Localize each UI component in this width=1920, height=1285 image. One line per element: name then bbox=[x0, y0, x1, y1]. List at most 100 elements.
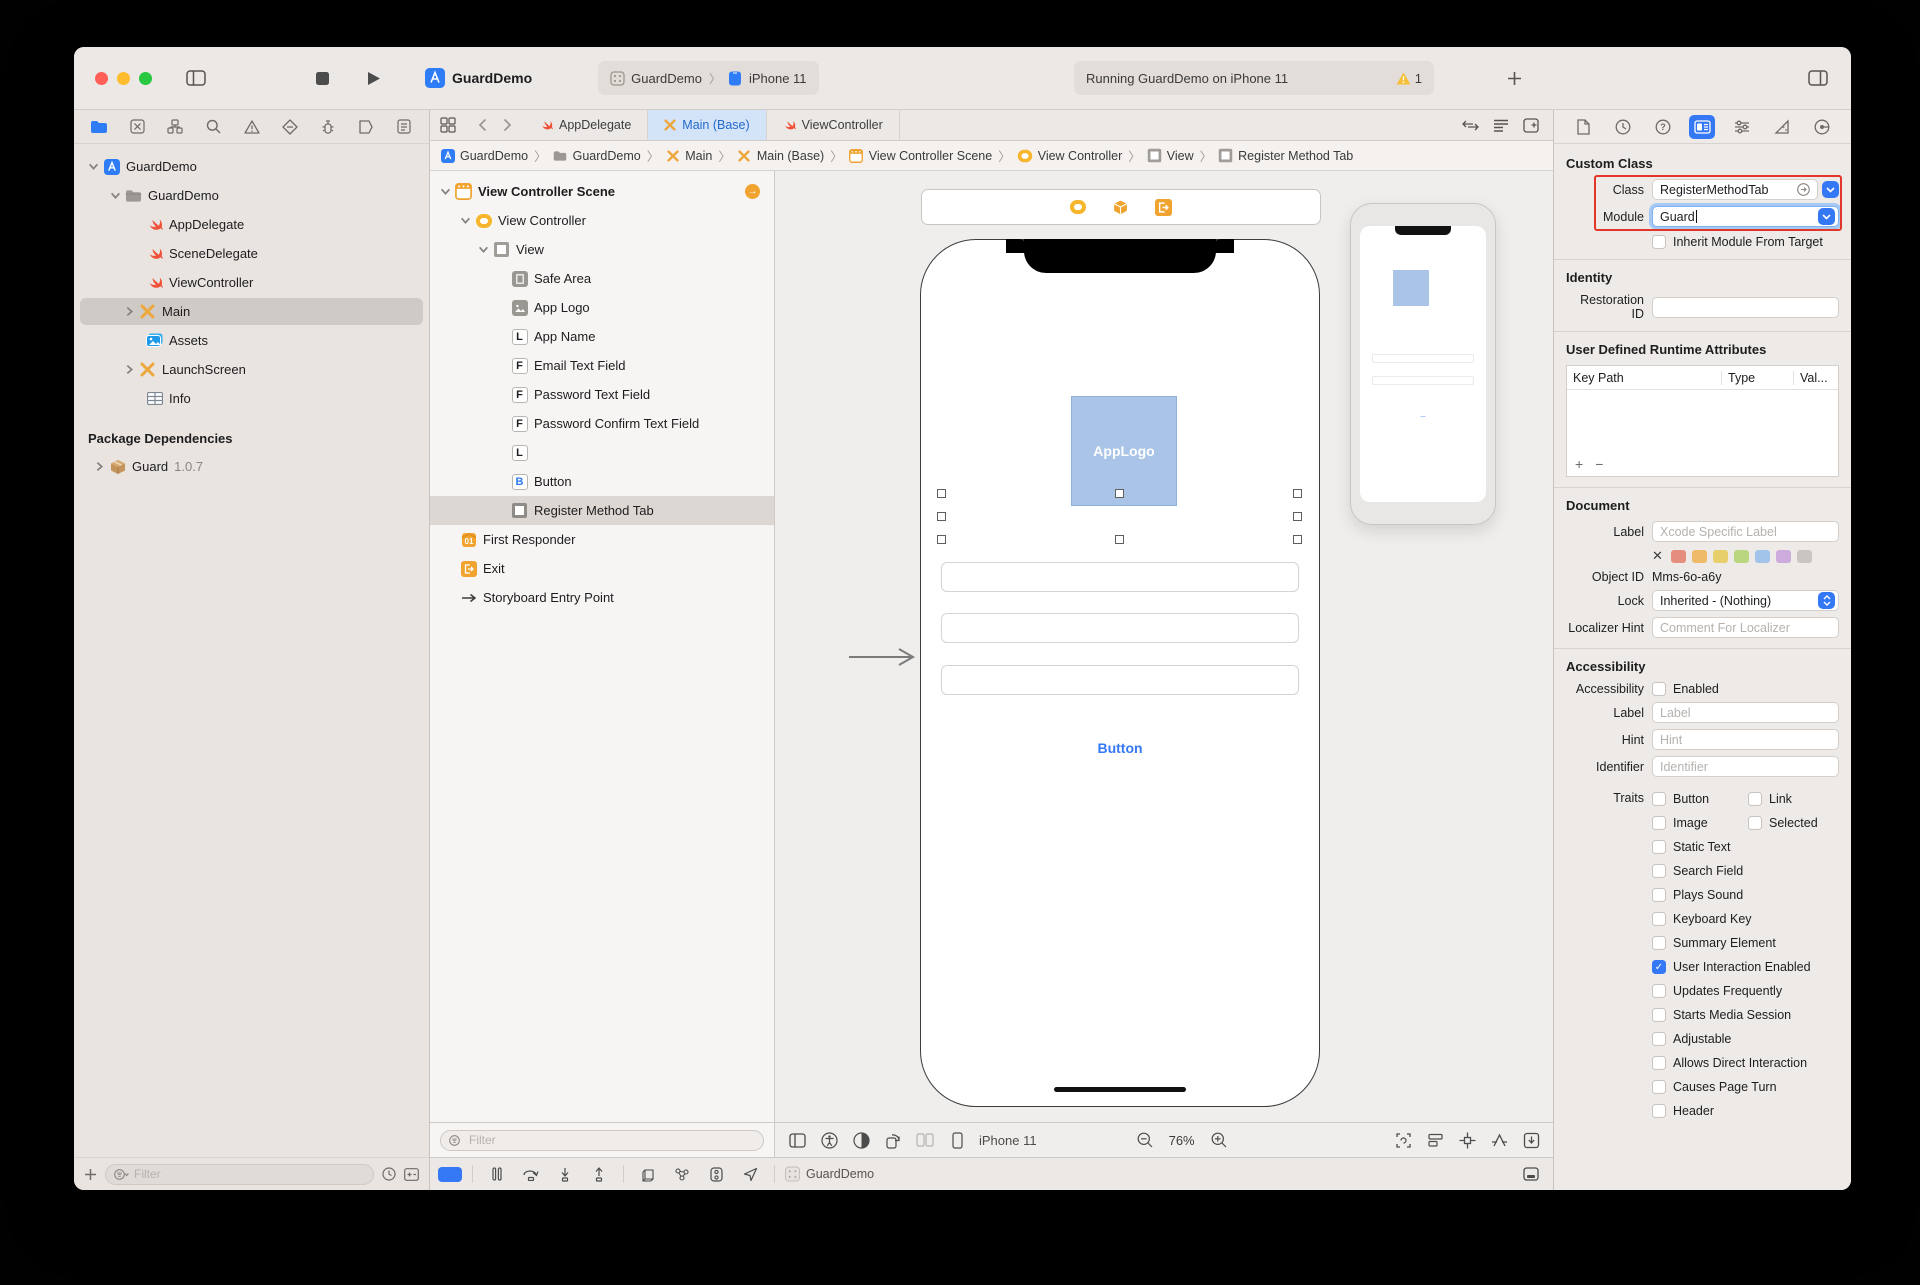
step-into-icon[interactable] bbox=[551, 1162, 579, 1186]
orientation-icon[interactable] bbox=[879, 1128, 907, 1152]
accessibility-enabled-checkbox[interactable] bbox=[1652, 682, 1666, 696]
console-toggle-icon[interactable] bbox=[1517, 1162, 1545, 1186]
breadcrumb-view-controller[interactable]: View Controller bbox=[1017, 149, 1123, 163]
go-forward-icon[interactable] bbox=[503, 118, 512, 132]
trait-image[interactable]: Image bbox=[1652, 811, 1748, 835]
device-name[interactable]: iPhone 11 bbox=[979, 1133, 1037, 1148]
color-swatch-blue[interactable] bbox=[1755, 550, 1770, 563]
selection-handle[interactable] bbox=[937, 512, 946, 521]
tree-item-launchscreen[interactable]: LaunchScreen bbox=[74, 355, 429, 384]
breadcrumb-project[interactable]: GuardDemo bbox=[440, 148, 528, 163]
trait-button[interactable]: Button bbox=[1652, 787, 1748, 811]
checkbox[interactable] bbox=[1748, 792, 1762, 806]
tree-item-viewcontroller[interactable]: ViewController bbox=[74, 268, 429, 297]
selection-handle[interactable] bbox=[1115, 489, 1124, 498]
outline-item-view-controller[interactable]: View Controller bbox=[430, 206, 774, 235]
trait-summary-element[interactable]: Summary Element bbox=[1652, 931, 1839, 955]
embed-in-icon[interactable] bbox=[1517, 1128, 1545, 1152]
checkbox[interactable] bbox=[1652, 816, 1666, 830]
outline-item-view[interactable]: View bbox=[430, 235, 774, 264]
checkbox[interactable] bbox=[1652, 936, 1666, 950]
runtime-attributes-table[interactable]: Key Path Type Val... + − bbox=[1566, 365, 1839, 477]
selection-handle[interactable] bbox=[937, 535, 946, 544]
code-review-icon[interactable] bbox=[1462, 119, 1479, 132]
device-canvas-iphone[interactable]: AppLogo Button bbox=[920, 239, 1320, 1107]
disclosure-down-icon[interactable] bbox=[88, 161, 99, 172]
selection-handle[interactable] bbox=[1293, 489, 1302, 498]
device-selector-icon[interactable] bbox=[943, 1128, 971, 1152]
exit-dock-icon[interactable] bbox=[1155, 199, 1172, 216]
color-swatch-purple[interactable] bbox=[1776, 550, 1791, 563]
trait-selected[interactable]: Selected bbox=[1748, 811, 1818, 835]
acc-hint-field[interactable]: Hint bbox=[1652, 729, 1839, 750]
trait-allows-direct-interaction[interactable]: Allows Direct Interaction bbox=[1652, 1051, 1839, 1075]
new-tab-button[interactable] bbox=[1499, 65, 1529, 91]
selection-handle[interactable] bbox=[1115, 535, 1124, 544]
restoration-id-field[interactable] bbox=[1652, 297, 1839, 318]
trait-link[interactable]: Link bbox=[1748, 787, 1792, 811]
view-hierarchy-debugger-icon[interactable] bbox=[634, 1162, 662, 1186]
checkbox[interactable] bbox=[1652, 1056, 1666, 1070]
resolve-autolayout-icon[interactable] bbox=[1485, 1128, 1513, 1152]
checkbox[interactable] bbox=[1652, 1008, 1666, 1022]
issue-navigator-tab[interactable] bbox=[241, 120, 263, 134]
tab-main-base[interactable]: Main (Base) bbox=[648, 110, 766, 140]
attributes-inspector-tab[interactable] bbox=[1729, 115, 1755, 139]
breakpoint-navigator-tab[interactable] bbox=[355, 120, 377, 134]
debug-navigator-tab[interactable] bbox=[317, 119, 339, 135]
outline-item-app-name[interactable]: L App Name bbox=[430, 322, 774, 351]
selection-handle[interactable] bbox=[1293, 535, 1302, 544]
outline-item-first-responder[interactable]: 01 First Responder bbox=[430, 525, 774, 554]
color-swatch-red[interactable] bbox=[1671, 550, 1686, 563]
jump-to-class-icon[interactable] bbox=[1797, 183, 1810, 196]
trait-causes-page-turn[interactable]: Causes Page Turn bbox=[1652, 1075, 1839, 1099]
column-type[interactable]: Type bbox=[1722, 371, 1794, 385]
outline-item-entry-point[interactable]: Storyboard Entry Point bbox=[430, 583, 774, 612]
debug-app-name[interactable]: GuardDemo bbox=[806, 1167, 874, 1181]
localizer-hint-field[interactable]: Comment For Localizer bbox=[1652, 617, 1839, 638]
remove-attribute-button[interactable]: − bbox=[1595, 456, 1603, 472]
file-inspector-tab[interactable] bbox=[1570, 115, 1596, 139]
tree-item-group[interactable]: GuardDemo bbox=[74, 181, 429, 210]
checkbox[interactable] bbox=[1652, 792, 1666, 806]
first-responder-dock-icon[interactable] bbox=[1112, 199, 1129, 216]
zoom-level[interactable]: 76% bbox=[1169, 1133, 1195, 1148]
split-preview-icon[interactable] bbox=[911, 1128, 939, 1152]
breadcrumb-main-base[interactable]: Main (Base) bbox=[737, 148, 824, 163]
outline-toggle-icon[interactable] bbox=[783, 1128, 811, 1152]
disclosure-right-icon[interactable] bbox=[124, 364, 135, 375]
color-none-button[interactable]: ✕ bbox=[1652, 548, 1663, 564]
trait-user-interaction-enabled[interactable]: User Interaction Enabled bbox=[1652, 955, 1839, 979]
project-navigator-tab[interactable] bbox=[88, 120, 110, 134]
email-text-field[interactable] bbox=[941, 562, 1299, 592]
add-attribute-button[interactable]: + bbox=[1575, 456, 1583, 472]
module-dropdown-button[interactable] bbox=[1818, 208, 1835, 225]
source-control-navigator-tab[interactable] bbox=[126, 119, 148, 134]
lock-stepper-button[interactable] bbox=[1818, 592, 1835, 609]
checkbox[interactable] bbox=[1652, 912, 1666, 926]
breadcrumb-group[interactable]: GuardDemo bbox=[553, 148, 641, 163]
tree-item-main-selected[interactable]: Main bbox=[74, 297, 429, 326]
outline-item-safe-area[interactable]: Safe Area bbox=[430, 264, 774, 293]
appearance-toggle-icon[interactable] bbox=[847, 1128, 875, 1152]
color-swatch-yellow[interactable] bbox=[1713, 550, 1728, 563]
accessibility-preview-icon[interactable] bbox=[815, 1128, 843, 1152]
tab-appdelegate[interactable]: AppDelegate bbox=[524, 110, 648, 140]
report-navigator-tab[interactable] bbox=[393, 119, 415, 134]
tree-item-package-guard[interactable]: Guard 1.0.7 bbox=[74, 452, 429, 481]
breadcrumb-register-method-tab[interactable]: Register Method Tab bbox=[1218, 148, 1353, 163]
breadcrumb-main[interactable]: Main bbox=[665, 148, 712, 163]
checkbox[interactable] bbox=[1748, 816, 1762, 830]
navigator-toggle-icon[interactable] bbox=[181, 65, 211, 91]
checkbox-checked[interactable] bbox=[1652, 960, 1666, 974]
trait-header[interactable]: Header bbox=[1652, 1099, 1839, 1123]
disclosure-down-icon[interactable] bbox=[110, 190, 121, 201]
tree-item-assets[interactable]: Assets bbox=[74, 326, 429, 355]
trait-starts-media-session[interactable]: Starts Media Session bbox=[1652, 1003, 1839, 1027]
run-button[interactable] bbox=[359, 65, 389, 91]
module-field[interactable]: Guard bbox=[1652, 206, 1839, 227]
password-confirm-text-field[interactable] bbox=[941, 665, 1299, 695]
column-value[interactable]: Val... bbox=[1794, 371, 1838, 385]
color-swatch-green[interactable] bbox=[1734, 550, 1749, 563]
disclosure-right-icon[interactable] bbox=[124, 306, 135, 317]
